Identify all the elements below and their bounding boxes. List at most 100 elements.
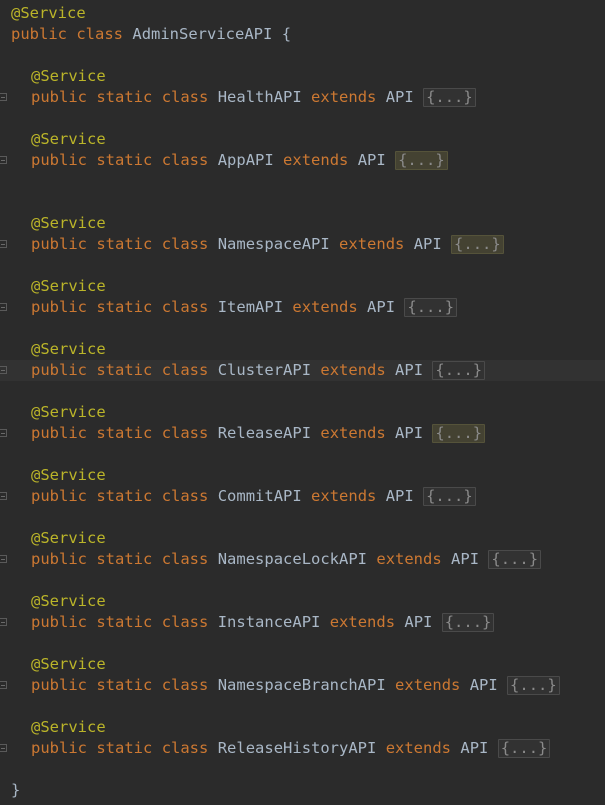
fold-gutter-icon[interactable] [0,492,7,500]
keyword: class [161,361,209,379]
keyword: static [96,676,153,694]
fold-gutter-icon[interactable] [0,681,7,689]
code-line[interactable]: @Service [0,129,605,150]
keyword: public [11,25,67,43]
annotation: @Service [31,67,106,85]
class-declaration-line[interactable]: public static class AppAPI extends API {… [0,150,605,171]
keyword: static [96,424,153,442]
code-line[interactable]: @Service [0,3,605,24]
keyword: extends [339,235,405,253]
keyword: static [96,235,153,253]
parent-class-name: API [367,298,396,316]
folded-code-block[interactable]: {...} [432,361,486,380]
keyword: extends [311,487,377,505]
keyword: static [96,739,153,757]
code-editor[interactable]: @Service public class AdminServiceAPI { … [0,0,605,805]
class-declaration-line[interactable]: public static class ClusterAPI extends A… [0,360,605,381]
code-line[interactable]: @Service [0,528,605,549]
keyword: class [161,739,209,757]
keyword: class [161,613,209,631]
folded-code-block[interactable]: {...} [488,550,542,569]
keyword: static [96,298,153,316]
keyword: static [96,361,153,379]
class-declaration-line[interactable]: public static class CommitAPI extends AP… [0,486,605,507]
annotation: @Service [31,655,106,673]
keyword: public [31,487,87,505]
class-name: AppAPI [217,151,274,169]
folded-code-block[interactable]: {...} [423,88,476,107]
keyword: public [31,88,87,106]
fold-gutter-icon[interactable] [0,744,7,752]
class-declaration-line[interactable]: public static class ReleaseHistoryAPI ex… [0,738,605,759]
code-line[interactable]: } [0,780,605,801]
parent-class-name: API [469,676,498,694]
annotation: @Service [31,214,106,232]
fold-gutter-icon[interactable] [0,156,7,164]
fold-gutter-icon[interactable] [0,240,7,248]
class-name: HealthAPI [217,88,302,106]
annotation: @Service [31,340,106,358]
keyword: class [161,424,209,442]
code-line[interactable]: @Service [0,591,605,612]
fold-gutter-icon[interactable] [0,555,7,563]
class-declaration-line[interactable]: public static class NamespaceBranchAPI e… [0,675,605,696]
class-declaration-line[interactable]: public static class NamespaceLockAPI ext… [0,549,605,570]
folded-code-block[interactable]: {...} [395,151,448,170]
code-line[interactable]: @Service [0,66,605,87]
keyword: class [161,676,209,694]
keyword: extends [385,739,452,757]
fold-gutter-icon[interactable] [0,366,7,374]
keyword: extends [395,676,461,694]
folded-code-block[interactable]: {...} [423,487,476,506]
class-name: ClusterAPI [217,361,312,379]
keyword: public [31,676,87,694]
keyword: public [31,613,87,631]
class-declaration-line[interactable]: public static class ReleaseAPI extends A… [0,423,605,444]
class-declaration-line[interactable]: public static class InstanceAPI extends … [0,612,605,633]
fold-gutter-icon[interactable] [0,303,7,311]
fold-gutter-icon[interactable] [0,618,7,626]
folded-code-block[interactable]: {...} [432,424,486,443]
keyword: class [76,25,124,43]
parent-class-name: API [395,361,424,379]
keyword: extends [311,88,377,106]
parent-class-name: API [357,151,386,169]
class-declaration-line[interactable]: public static class ItemAPI extends API … [0,297,605,318]
code-line[interactable]: @Service [0,465,605,486]
keyword: class [161,298,209,316]
code-line[interactable]: @Service [0,339,605,360]
class-declaration-line[interactable]: public static class HealthAPI extends AP… [0,87,605,108]
folded-code-block[interactable]: {...} [451,235,504,254]
parent-class-name: API [460,739,489,757]
folded-code-block[interactable]: {...} [507,676,560,695]
parent-class-name: API [404,613,433,631]
code-line[interactable]: @Service [0,402,605,423]
fold-gutter-icon[interactable] [0,93,7,101]
annotation: @Service [31,592,106,610]
code-line[interactable]: @Service [0,276,605,297]
keyword: extends [329,613,396,631]
fold-gutter-icon[interactable] [0,429,7,437]
keyword: class [161,235,209,253]
keyword: public [31,151,87,169]
keyword: public [31,298,87,316]
code-line[interactable]: @Service [0,717,605,738]
parent-class-name: API [395,424,424,442]
keyword: class [161,151,209,169]
folded-code-block[interactable]: {...} [441,613,495,632]
keyword: class [161,88,209,106]
keyword: static [96,550,153,568]
folded-code-block[interactable]: {...} [404,298,458,317]
code-line[interactable]: @Service [0,654,605,675]
keyword: class [161,550,209,568]
class-declaration-line[interactable]: public static class NamespaceAPI extends… [0,234,605,255]
keyword: extends [283,151,349,169]
keyword: public [31,550,87,568]
folded-code-block[interactable]: {...} [497,739,551,758]
code-line[interactable]: public class AdminServiceAPI { [0,24,605,45]
keyword: public [31,361,87,379]
class-name: AdminServiceAPI [132,25,273,43]
keyword: static [96,151,153,169]
code-line[interactable]: @Service [0,213,605,234]
parent-class-name: API [385,88,414,106]
